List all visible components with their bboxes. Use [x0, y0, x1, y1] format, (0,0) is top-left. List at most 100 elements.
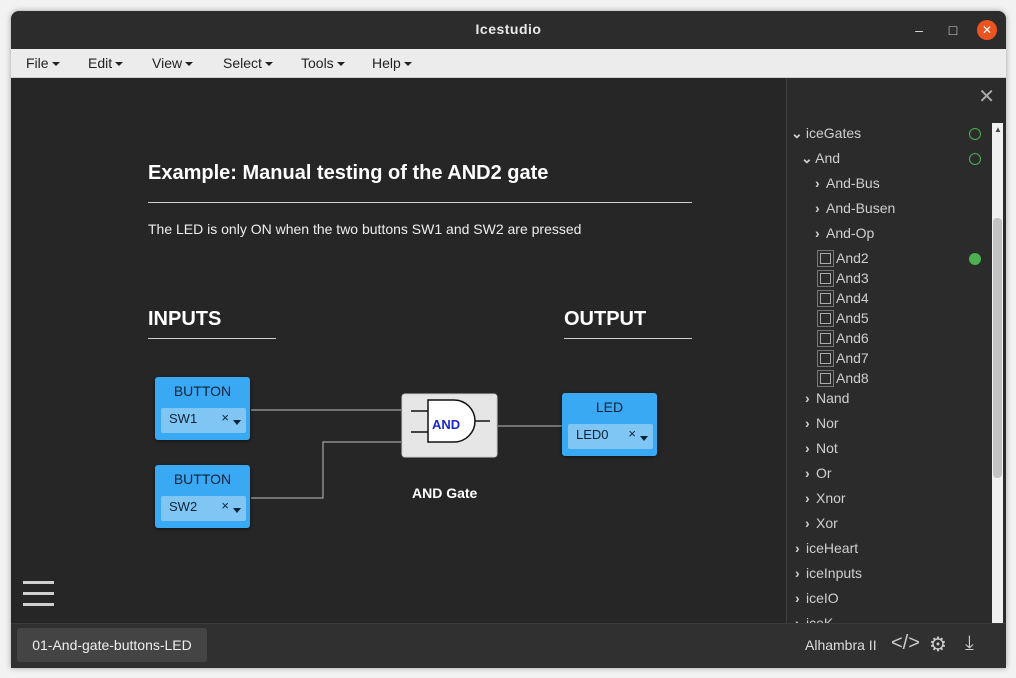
- menu-bar: File Edit View Select Tools Help: [11, 49, 1006, 78]
- chevron-down-icon[interactable]: ⌄: [791, 125, 803, 142]
- tree-item-and5[interactable]: And5: [820, 310, 869, 326]
- chevron-right-icon[interactable]: ›: [805, 390, 816, 406]
- tree-item-or[interactable]: › Or: [805, 465, 832, 481]
- tree-item-and3[interactable]: And3: [820, 270, 869, 286]
- tree-item-and6[interactable]: And6: [820, 330, 869, 346]
- status-icon: [969, 153, 981, 165]
- chevron-right-icon[interactable]: ›: [805, 440, 816, 456]
- minimize-button[interactable]: –: [909, 20, 929, 40]
- pin-value: SW2: [169, 499, 198, 514]
- tree-item-and[interactable]: ⌄ And: [801, 150, 840, 167]
- chip-icon: [820, 252, 831, 264]
- sidebar-scrollbar[interactable]: ▲ ▼: [992, 123, 1003, 633]
- led-block-title: LED: [595, 399, 624, 415]
- chevron-right-icon[interactable]: ›: [795, 590, 806, 606]
- status-icon: [969, 253, 981, 265]
- chevron-down-icon[interactable]: [233, 508, 241, 513]
- button-block-sw2[interactable]: BUTTON SW2 ×: [155, 465, 250, 528]
- clear-pin-icon[interactable]: ×: [221, 410, 229, 425]
- tree-item-icegates[interactable]: ⌄ iceGates: [791, 125, 861, 142]
- chip-icon: [820, 312, 831, 324]
- collection-sidebar: ✕ ⌄ iceGates ⌄ And › And-Bus › And-Busen ›…: [786, 78, 1006, 633]
- tree-item-nor[interactable]: › Nor: [805, 415, 839, 431]
- tree-item-iceheart[interactable]: › iceHeart: [795, 540, 858, 556]
- close-icon[interactable]: ✕: [978, 84, 995, 109]
- tree-item-xnor[interactable]: › Xnor: [805, 490, 846, 506]
- pin-select-led0[interactable]: LED0 ×: [568, 424, 653, 449]
- chevron-right-icon[interactable]: ›: [815, 175, 826, 191]
- output-underline: [564, 338, 692, 339]
- scrollbar-thumb[interactable]: [993, 218, 1002, 478]
- inputs-underline: [148, 338, 276, 339]
- tree-item-nand[interactable]: › Nand: [805, 390, 849, 406]
- chip-icon: [820, 272, 831, 284]
- code-icon[interactable]: </>: [891, 632, 920, 655]
- button-block-sw1[interactable]: BUTTON SW1 ×: [155, 377, 250, 440]
- window-title: Icestudio: [475, 21, 542, 37]
- output-heading: OUTPUT: [564, 308, 647, 330]
- tree-item-not[interactable]: › Not: [805, 440, 838, 456]
- example-description: The LED is only ON when the two buttons …: [148, 221, 582, 237]
- title-underline: [148, 202, 692, 203]
- menu-edit[interactable]: Edit: [88, 55, 123, 71]
- chip-icon: [820, 352, 831, 364]
- wire-sw2-to-gate: [251, 441, 401, 499]
- tree-item-and2[interactable]: And2: [820, 250, 869, 266]
- status-icon: [969, 128, 981, 140]
- close-window-button[interactable]: ✕: [977, 20, 997, 40]
- title-bar: Icestudio – □ ✕: [11, 11, 1006, 49]
- chevron-right-icon[interactable]: ›: [805, 515, 816, 531]
- tree-item-and7[interactable]: And7: [820, 350, 869, 366]
- and-gate-label: AND Gate: [412, 485, 478, 501]
- chevron-down-icon[interactable]: [640, 436, 648, 441]
- chip-icon: [820, 372, 831, 384]
- chevron-right-icon[interactable]: ›: [795, 565, 806, 581]
- tree-item-and-busen[interactable]: › And-Busen: [815, 200, 895, 216]
- chevron-right-icon[interactable]: ›: [805, 415, 816, 431]
- menu-tools[interactable]: Tools: [301, 55, 345, 71]
- menu-select[interactable]: Select: [223, 55, 273, 71]
- tree-item-iceio[interactable]: › iceIO: [795, 590, 839, 606]
- tree-item-xor[interactable]: › Xor: [805, 515, 838, 531]
- tree-item-and-bus[interactable]: › And-Bus: [815, 175, 880, 191]
- status-footer: 01-And-gate-buttons-LED Alhambra II </> …: [11, 623, 1006, 668]
- file-tab[interactable]: 01-And-gate-buttons-LED: [17, 628, 207, 662]
- maximize-button[interactable]: □: [943, 20, 963, 40]
- pin-value: SW1: [169, 411, 198, 426]
- gear-icon[interactable]: ⚙: [929, 632, 947, 657]
- menu-file[interactable]: File: [26, 55, 60, 71]
- button-block-title: BUTTON: [173, 383, 232, 399]
- chevron-right-icon[interactable]: ›: [795, 540, 806, 556]
- board-name[interactable]: Alhambra II: [805, 637, 877, 653]
- chip-icon: [820, 332, 831, 344]
- inputs-heading: INPUTS: [148, 308, 222, 330]
- tree-item-iceinputs[interactable]: › iceInputs: [795, 565, 862, 581]
- menu-view[interactable]: View: [152, 55, 193, 71]
- tree-item-and8[interactable]: And8: [820, 370, 869, 386]
- tree-item-and4[interactable]: And4: [820, 290, 869, 306]
- wires-layer: AND: [251, 393, 562, 499]
- chevron-down-icon[interactable]: [233, 420, 241, 425]
- chevron-down-icon[interactable]: ⌄: [801, 150, 813, 167]
- clear-pin-icon[interactable]: ×: [628, 426, 636, 441]
- chevron-right-icon[interactable]: ›: [805, 465, 816, 481]
- chevron-right-icon[interactable]: ›: [815, 225, 826, 241]
- led-block[interactable]: LED LED0 ×: [562, 393, 657, 456]
- example-title: Example: Manual testing of the AND2 gate: [148, 162, 549, 184]
- hamburger-menu-icon[interactable]: [23, 581, 54, 614]
- design-canvas[interactable]: AND Example: Manual testing of the AND2 …: [11, 78, 786, 623]
- chevron-right-icon[interactable]: ›: [815, 200, 826, 216]
- app-window: Icestudio – □ ✕ File Edit View Select To…: [11, 11, 1006, 668]
- tree-item-and-op[interactable]: › And-Op: [815, 225, 874, 241]
- menu-help[interactable]: Help: [372, 55, 412, 71]
- scroll-up-icon[interactable]: ▲: [994, 125, 1002, 134]
- chevron-right-icon[interactable]: ›: [805, 490, 816, 506]
- download-icon[interactable]: ⤓: [965, 632, 974, 655]
- pin-select-sw2[interactable]: SW2 ×: [161, 496, 246, 521]
- clear-pin-icon[interactable]: ×: [221, 498, 229, 513]
- pin-value: LED0: [576, 427, 609, 442]
- chip-icon: [820, 292, 831, 304]
- button-block-title: BUTTON: [173, 471, 232, 487]
- and-gate-symbol-text: AND: [432, 417, 460, 432]
- pin-select-sw1[interactable]: SW1 ×: [161, 408, 246, 433]
